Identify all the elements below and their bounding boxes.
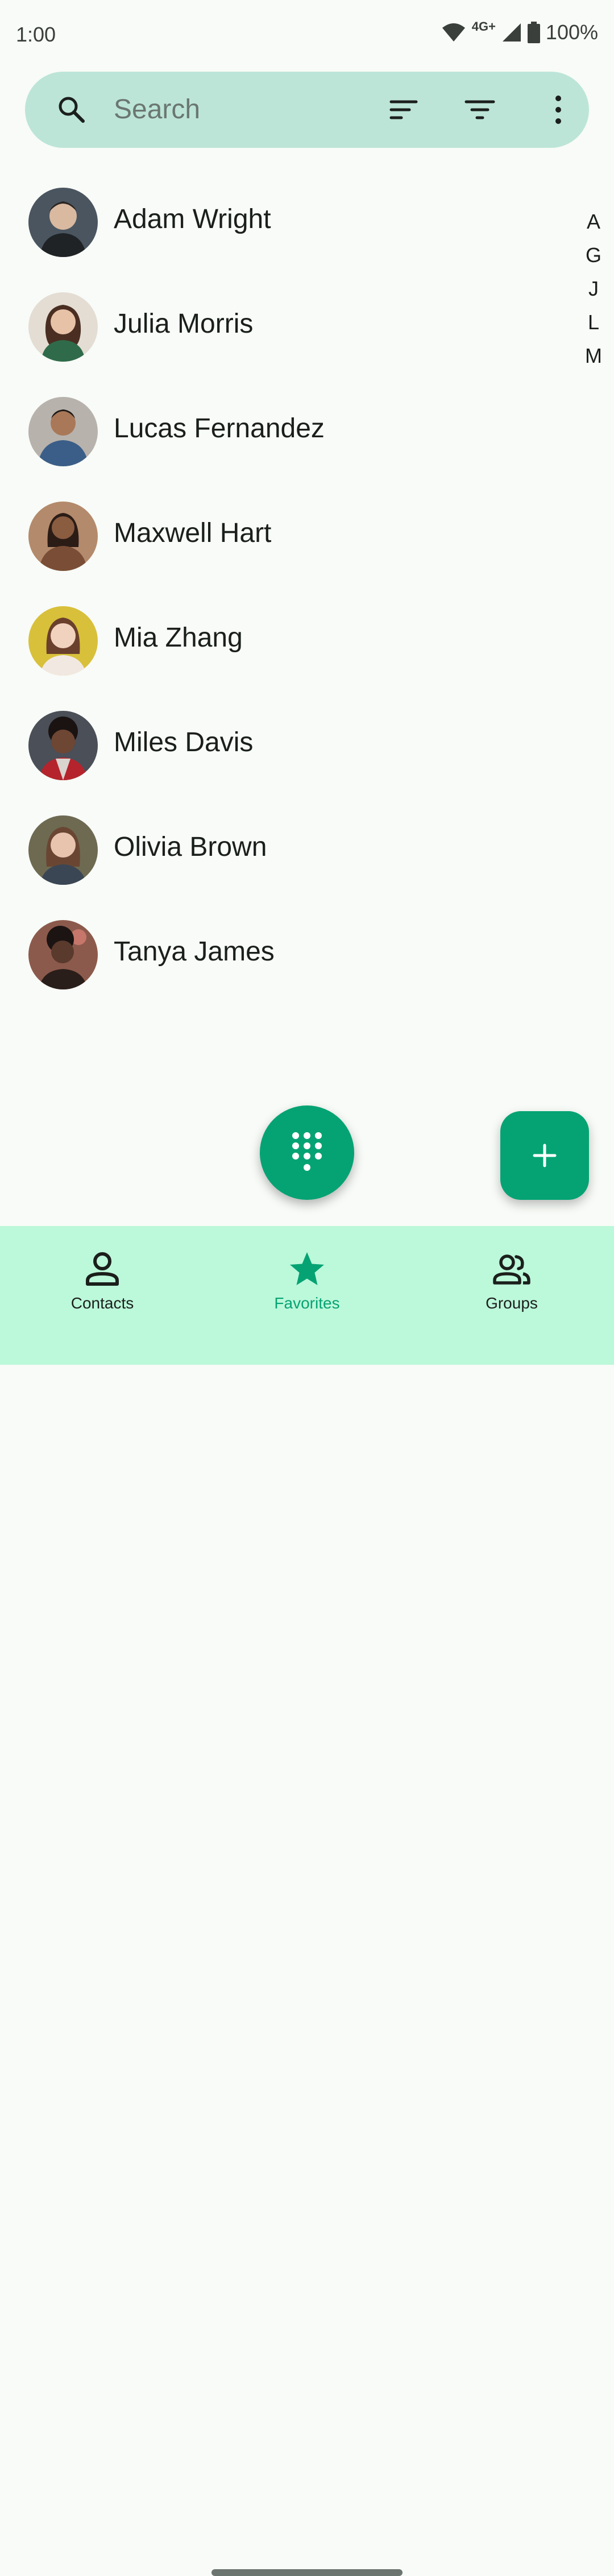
avatar[interactable] [28,397,98,466]
avatar[interactable] [28,815,98,885]
group-icon [493,1254,530,1285]
nav-label: Groups [486,1294,538,1312]
contact-name: Miles Davis [114,727,254,757]
person-photo-icon [28,397,98,466]
alpha-index-letter[interactable]: A [581,205,606,238]
contact-name: Julia Morris [114,309,254,339]
person-photo-icon [28,292,98,362]
contact-row[interactable]: Adam Wright [0,169,569,274]
nav-item-groups[interactable]: Groups [409,1249,614,1323]
status-time: 1:00 [16,23,56,46]
star-icon [290,1252,324,1285]
person-photo-icon [28,606,98,676]
sort-icon[interactable] [387,93,421,127]
avatar[interactable] [28,920,98,989]
person-photo-icon [28,920,98,989]
alphabet-index[interactable]: A G J L M [581,205,606,372]
add-contact-button[interactable] [500,1111,589,1200]
wifi-icon [442,23,465,42]
person-photo-icon [28,815,98,885]
contact-list: Adam Wright Julia Morris Lucas Fernandez [0,169,569,1007]
avatar[interactable] [28,711,98,780]
avatar[interactable] [28,502,98,571]
nav-label: Favorites [274,1294,340,1312]
person-photo-icon [28,502,98,571]
alpha-index-letter[interactable]: M [581,339,606,372]
person-photo-icon [28,188,98,257]
battery-percent: 100% [545,20,598,44]
contact-name: Mia Zhang [114,623,243,653]
contact-row[interactable]: Maxwell Hart [0,483,569,588]
network-type: 4G+ [471,19,496,34]
signal-icon [502,23,521,42]
contact-row[interactable]: Tanya James [0,902,569,1007]
contact-name: Maxwell Hart [114,518,272,548]
search-bar[interactable] [25,72,589,148]
alpha-index-letter[interactable]: L [581,305,606,339]
nav-item-contacts[interactable]: Contacts [0,1249,205,1323]
person-photo-icon [28,711,98,780]
status-bar: 1:00 4G+ 100% [0,0,614,68]
search-input[interactable] [114,91,381,127]
bottom-navigation: Contacts Favorites Groups [0,1226,614,2576]
dialpad-button[interactable] [260,1105,354,1200]
status-icons: 4G+ 100% [441,19,598,44]
gesture-navigation-bar[interactable] [211,2569,403,2576]
avatar[interactable] [28,606,98,676]
alpha-index-letter[interactable]: J [581,272,606,305]
contact-row[interactable]: Mia Zhang [0,588,569,693]
contact-row[interactable]: Julia Morris [0,274,569,379]
filter-icon[interactable] [463,93,497,127]
person-icon [86,1252,119,1286]
nav-label: Contacts [70,1294,134,1312]
battery-icon [527,22,540,43]
dialpad-icon [292,1132,322,1171]
nav-item-favorites[interactable]: Favorites [205,1249,409,1323]
contact-name: Tanya James [114,937,275,967]
contact-row[interactable]: Olivia Brown [0,797,569,902]
contact-name: Lucas Fernandez [114,413,325,444]
more-vert-icon[interactable] [541,93,575,127]
avatar[interactable] [28,292,98,362]
alpha-index-letter[interactable]: G [581,238,606,272]
search-icon[interactable] [55,93,89,127]
contact-row[interactable]: Miles Davis [0,693,569,797]
avatar[interactable] [28,188,98,257]
contact-name: Olivia Brown [114,832,267,862]
plus-icon [533,1144,557,1167]
contact-row[interactable]: Lucas Fernandez [0,379,569,483]
contact-name: Adam Wright [114,204,271,234]
